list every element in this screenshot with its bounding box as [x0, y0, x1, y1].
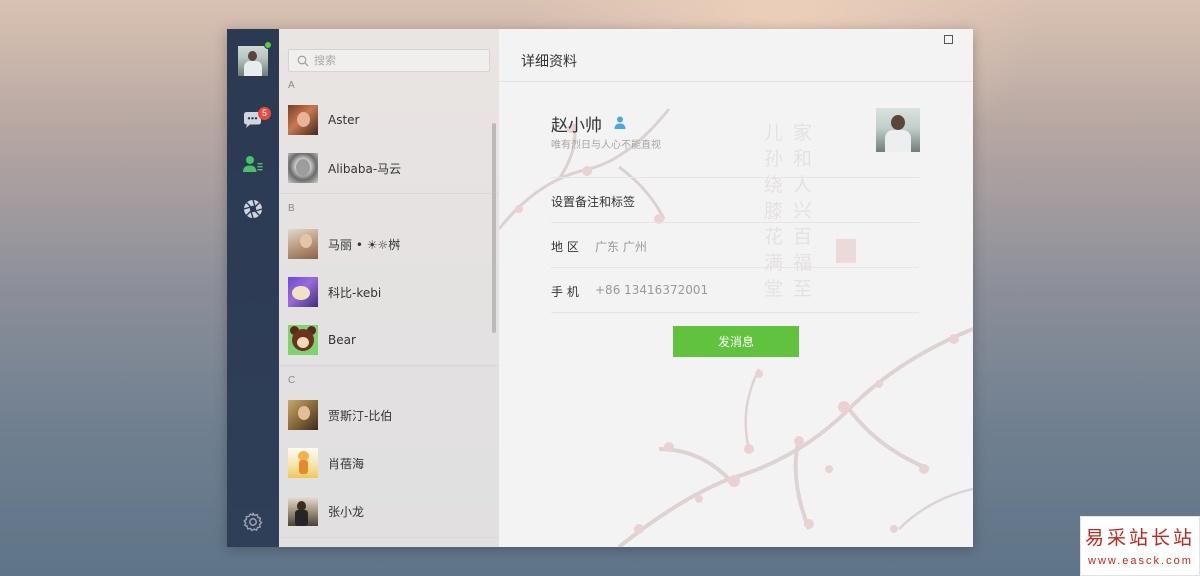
calligraphy-glyph: 儿 — [764, 122, 783, 144]
region-label: 地 区 — [551, 240, 579, 254]
contact-name: 贾斯汀-比伯 — [328, 408, 393, 423]
calligraphy-glyph: 堂 — [764, 278, 783, 300]
contact-bear[interactable]: Bear — [279, 318, 494, 362]
maximize-icon[interactable] — [944, 35, 953, 44]
phone-value: +86 13416372001 — [595, 283, 709, 297]
calligraphy-glyph: 满 — [764, 252, 783, 274]
contact-avatar — [288, 400, 318, 430]
region-value: 广东 广州 — [595, 240, 647, 254]
calligraphy-glyph: 孙 — [764, 148, 783, 170]
contact-justin[interactable]: 贾斯汀-比伯 — [279, 393, 494, 437]
contact-list-scrollbar[interactable] — [492, 123, 496, 333]
row-divider — [551, 222, 919, 223]
contact-alibaba[interactable]: Alibaba-马云 — [279, 146, 494, 190]
contact-name: 张小龙 — [328, 504, 365, 519]
contact-name: Bear — [328, 333, 356, 347]
phone-label: 手 机 — [551, 285, 579, 299]
detail-panel: 儿 孙 绕 膝 花 满 堂 家 和 人 兴 百 福 至 详细资料 赵小帅 唯有烈… — [499, 29, 973, 547]
contact-name: 马丽 • ☀☼桝 — [328, 237, 401, 252]
profile-name: 赵小帅 — [551, 116, 602, 136]
watermark-url: www.easck.com — [1088, 555, 1193, 567]
my-avatar[interactable] — [238, 41, 272, 76]
group-divider — [279, 365, 499, 366]
contact-kebi[interactable]: 科比-kebi — [279, 270, 494, 314]
contact-name: Alibaba-马云 — [328, 161, 402, 176]
settings-icon[interactable] — [241, 510, 265, 534]
contact-list: A Aster Alibaba-马云 B 马丽 • ☀☼桝 科比-k — [279, 29, 499, 547]
online-status-dot — [264, 41, 272, 49]
contact-name: 科比-kebi — [328, 285, 382, 300]
send-message-button[interactable]: 发消息 — [673, 326, 799, 357]
contact-name: Aster — [328, 113, 360, 127]
contact-avatar — [288, 496, 318, 526]
calligraphy-glyph: 百 — [793, 226, 812, 248]
site-watermark: 易采站长站 www.easck.com — [1080, 516, 1200, 576]
search-box[interactable] — [288, 49, 490, 72]
group-letter-b: B — [288, 203, 295, 214]
detail-title: 详细资料 — [521, 54, 577, 70]
calligraphy-glyph: 至 — [793, 278, 812, 300]
calligraphy-glyph: 花 — [764, 226, 783, 248]
contact-avatar — [288, 153, 318, 183]
my-avatar-image — [238, 46, 268, 76]
row-divider — [551, 312, 919, 313]
unread-badge: 5 — [258, 107, 271, 120]
group-letter-a: A — [288, 80, 295, 91]
group-divider — [279, 193, 499, 194]
wechat-window: 5 A — [227, 29, 973, 547]
profile-signature: 唯有烈日与人心不能直视 — [551, 140, 661, 151]
calligraphy-glyph: 和 — [793, 148, 812, 170]
group-letter-c: C — [288, 375, 296, 386]
calligraphy-glyph: 福 — [793, 252, 812, 274]
contact-name: 肖蓓海 — [328, 456, 365, 471]
contact-avatar — [288, 229, 318, 259]
contacts-icon[interactable] — [241, 153, 265, 177]
moments-icon[interactable] — [241, 197, 265, 221]
contact-aster[interactable]: Aster — [279, 98, 494, 142]
detail-header: 详细资料 — [499, 29, 973, 82]
group-divider — [279, 537, 499, 538]
gender-person-icon — [614, 116, 626, 129]
set-remark-and-tags[interactable]: 设置备注和标签 — [551, 193, 635, 210]
calligraphy-glyph: 兴 — [793, 200, 812, 222]
profile-avatar[interactable] — [876, 108, 920, 152]
contact-avatar — [288, 448, 318, 478]
search-icon — [297, 55, 309, 66]
watermark-title: 易采站长站 — [1085, 527, 1196, 549]
contact-xiaobeihai[interactable]: 肖蓓海 — [279, 441, 494, 485]
contact-zhangxiaolong[interactable]: 张小龙 — [279, 489, 494, 533]
row-divider — [551, 267, 919, 268]
contact-avatar — [288, 325, 318, 355]
nav-rail: 5 — [227, 29, 279, 547]
contact-avatar — [288, 277, 318, 307]
search-input[interactable] — [314, 54, 474, 67]
calligraphy-glyph: 膝 — [764, 200, 783, 222]
contact-mali[interactable]: 马丽 • ☀☼桝 — [279, 222, 494, 266]
row-divider — [551, 177, 919, 178]
contact-avatar — [288, 105, 318, 135]
calligraphy-glyph: 家 — [793, 122, 812, 144]
